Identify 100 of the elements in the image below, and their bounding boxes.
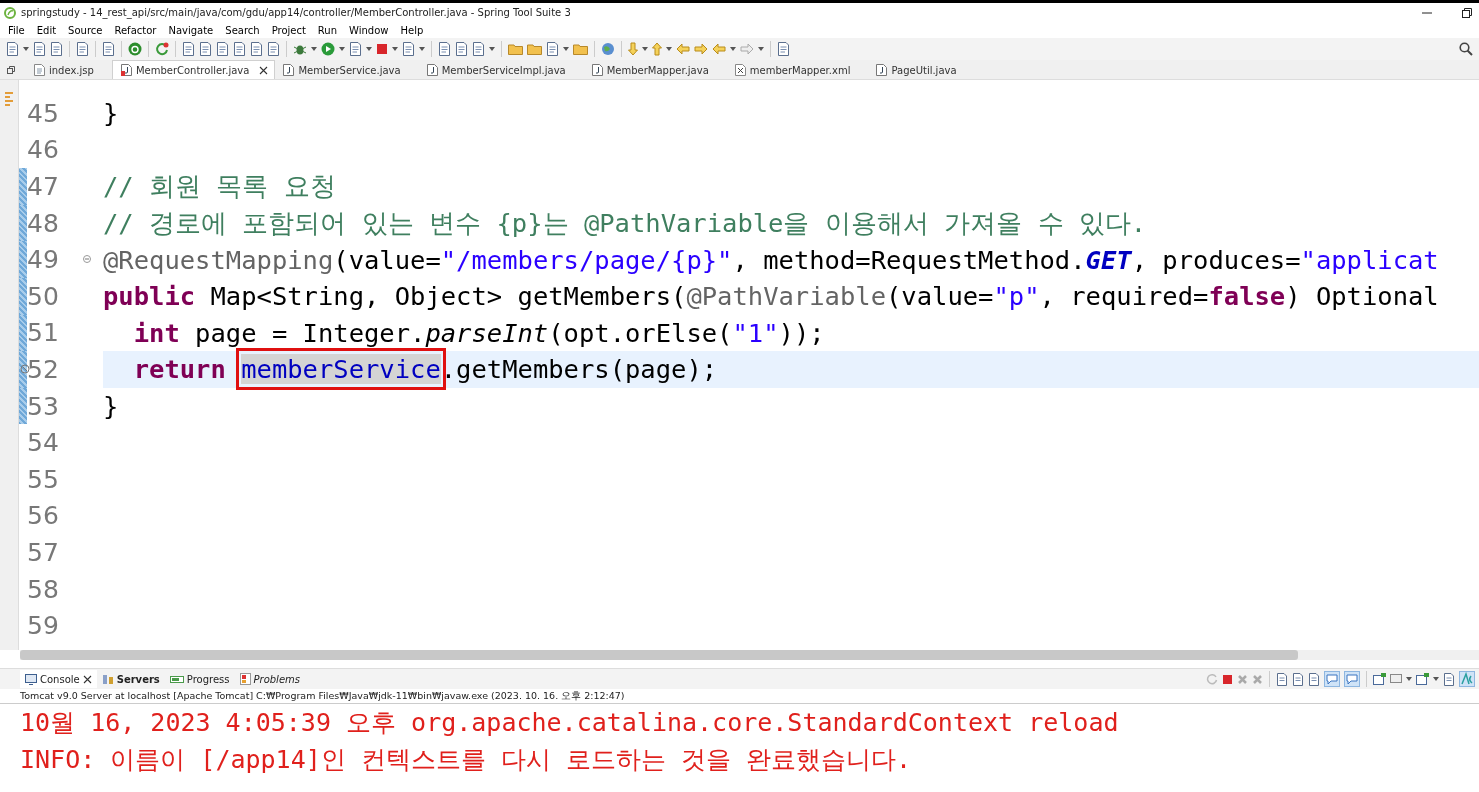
refresh-icon[interactable] — [155, 42, 169, 56]
dropdown-caret-icon[interactable] — [563, 47, 569, 51]
document-icon[interactable] — [216, 42, 229, 56]
stop-icon[interactable] — [1222, 673, 1233, 685]
line-number: 47 — [27, 172, 59, 201]
dropdown-caret-icon[interactable] — [366, 47, 372, 51]
document-icon[interactable] — [777, 42, 790, 56]
close-icon[interactable] — [82, 674, 92, 684]
line-number: 45 — [27, 98, 59, 128]
code-line: public Map<String, Object> getMembers(@PathVariable(value="p", required=false) Optional — [103, 280, 1439, 314]
dropdown-caret-icon[interactable] — [666, 47, 672, 51]
document-icon[interactable] — [349, 42, 362, 56]
editor-tab[interactable]: index.jsp — [26, 61, 112, 79]
editor-tab[interactable]: MemberServiceImpl.java — [418, 61, 584, 79]
document-icon[interactable] — [1292, 672, 1304, 686]
line-number: 53 — [27, 391, 59, 421]
close-icon[interactable] — [259, 65, 269, 75]
dropdown-caret-icon[interactable] — [339, 47, 345, 51]
dropdown-caret-icon[interactable] — [1433, 677, 1439, 681]
menu-item[interactable]: Source — [62, 24, 109, 36]
globe-icon[interactable] — [601, 42, 615, 56]
right-arrow-icon[interactable] — [694, 43, 708, 55]
left-arrow-icon[interactable] — [712, 43, 726, 55]
document-icon[interactable] — [102, 42, 115, 56]
view-tab[interactable]: Servers — [96, 670, 165, 688]
folder-icon[interactable] — [527, 43, 542, 55]
jsp-file-icon — [34, 64, 45, 76]
menu-item[interactable]: Project — [265, 24, 312, 36]
document-icon[interactable] — [438, 42, 451, 56]
view-tab[interactable]: Progress — [164, 670, 235, 688]
editor-tab[interactable]: PageUtil.java — [868, 61, 975, 79]
document-icon[interactable] — [267, 42, 280, 56]
window-icon[interactable] — [1416, 673, 1429, 685]
folder-icon[interactable] — [573, 43, 588, 55]
document-icon[interactable] — [1308, 672, 1320, 686]
line-number: 59 — [27, 611, 59, 641]
code-line: // 경로에 포함되어 있는 변수 {p}는 @PathVariable을 이용해서 가져올 수 있다. — [103, 206, 1147, 240]
folder-icon[interactable] — [508, 43, 523, 55]
left-arrow-icon[interactable] — [676, 43, 690, 55]
menu-item[interactable]: Edit — [30, 24, 63, 36]
editor-tab[interactable]: memberMapper.xml — [726, 61, 869, 79]
dropdown-caret-icon[interactable] — [311, 47, 317, 51]
document-icon[interactable] — [1443, 672, 1455, 686]
java-file-icon — [876, 64, 888, 76]
dropdown-caret-icon[interactable] — [642, 47, 648, 51]
menu-item[interactable]: Navigate — [162, 24, 220, 36]
document-icon[interactable] — [250, 42, 263, 56]
menu-item[interactable]: Window — [343, 24, 395, 36]
menu-item[interactable]: Search — [219, 24, 266, 36]
document-icon[interactable] — [455, 42, 468, 56]
document-icon[interactable] — [182, 42, 195, 56]
window-icon[interactable] — [1373, 673, 1386, 685]
restore-icon[interactable] — [1461, 6, 1473, 19]
speech-bubble-icon[interactable] — [1324, 671, 1340, 687]
menu-item[interactable]: File — [2, 24, 31, 36]
line-number: 51 — [27, 318, 59, 348]
menu-item[interactable]: Refactor — [108, 24, 163, 36]
java-file-icon — [283, 64, 295, 76]
dropdown-caret-icon[interactable] — [23, 47, 29, 51]
dropdown-caret-icon[interactable] — [419, 47, 425, 51]
document-icon[interactable] — [1276, 672, 1288, 686]
menu-item[interactable]: Run — [311, 24, 344, 36]
monitor-icon[interactable] — [1390, 673, 1402, 685]
power-icon[interactable] — [128, 42, 142, 56]
code-line: // 회원 목록 요청 — [103, 170, 336, 203]
line-number: 48 — [27, 208, 59, 238]
line-number: 54 — [27, 428, 59, 458]
editor-tab[interactable]: MemberController.java — [111, 60, 276, 79]
code-line: } — [103, 97, 119, 131]
document-icon[interactable] — [76, 42, 89, 56]
menu-item[interactable]: Help — [394, 24, 430, 36]
line-number: 57 — [27, 537, 59, 567]
document-icon[interactable] — [199, 42, 212, 56]
console-output-line: 10월 16, 2023 4:05:39 오후 org.apache.catalina.core.StandardContext reload — [20, 707, 1120, 739]
stop-icon[interactable] — [376, 43, 388, 55]
document-icon[interactable] — [6, 42, 19, 56]
line-number: 56 — [27, 501, 59, 531]
play-icon[interactable] — [321, 42, 335, 56]
document-icon[interactable] — [472, 42, 485, 56]
dropdown-caret-icon[interactable] — [392, 47, 398, 51]
document-icon[interactable] — [233, 42, 246, 56]
document-icon[interactable] — [546, 42, 559, 56]
document-icon[interactable] — [402, 42, 415, 56]
dropdown-caret-icon[interactable] — [1406, 677, 1412, 681]
search-icon[interactable] — [1459, 42, 1473, 56]
scrollbar[interactable] — [20, 650, 1479, 660]
dropdown-caret-icon[interactable] — [489, 47, 495, 51]
speech-bubble-icon[interactable] — [1344, 671, 1360, 687]
dropdown-caret-icon[interactable] — [730, 47, 736, 51]
view-tab[interactable]: Console — [20, 670, 97, 688]
document-icon[interactable] — [50, 42, 63, 56]
restore-view-icon[interactable] — [6, 65, 16, 75]
line-number: 49 — [27, 245, 59, 275]
code-line: } — [103, 390, 119, 424]
editor-tab[interactable]: MemberService.java — [275, 61, 419, 79]
document-icon[interactable] — [33, 42, 46, 56]
editor-tab[interactable]: MemberMapper.java — [583, 61, 727, 79]
view-tab[interactable]: Problems — [234, 670, 305, 688]
line-number: 52 — [27, 354, 59, 384]
dropdown-caret-icon[interactable] — [758, 47, 764, 51]
